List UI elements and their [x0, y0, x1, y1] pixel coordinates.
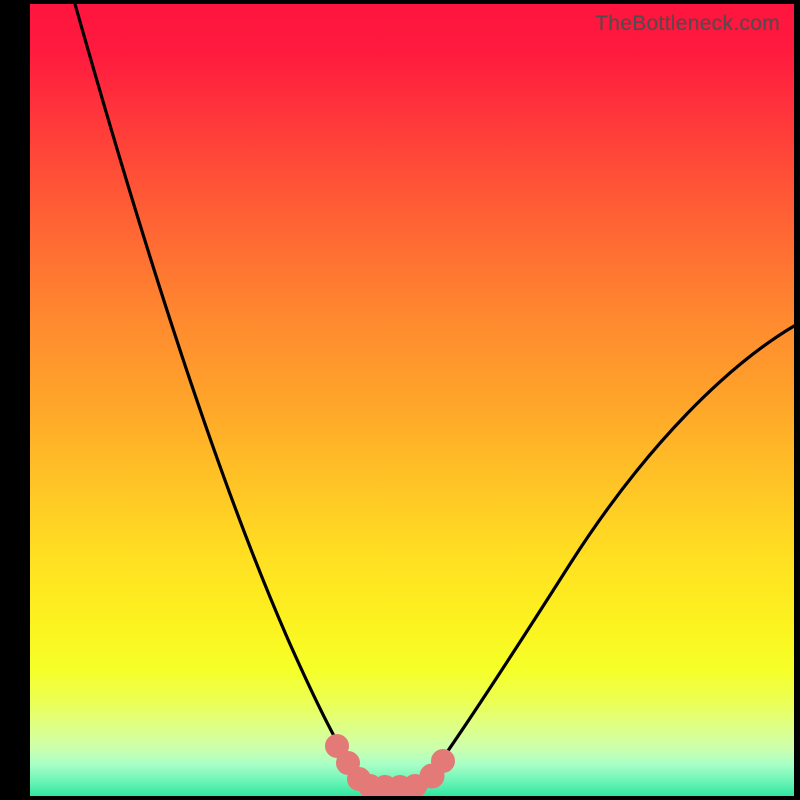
floor-dot-cluster [331, 740, 449, 793]
left-curve-path [75, 4, 364, 783]
bottleneck-curve-svg [30, 4, 794, 796]
chart-plot-area: TheBottleneck.com [30, 4, 794, 796]
right-curve-path [426, 326, 794, 782]
